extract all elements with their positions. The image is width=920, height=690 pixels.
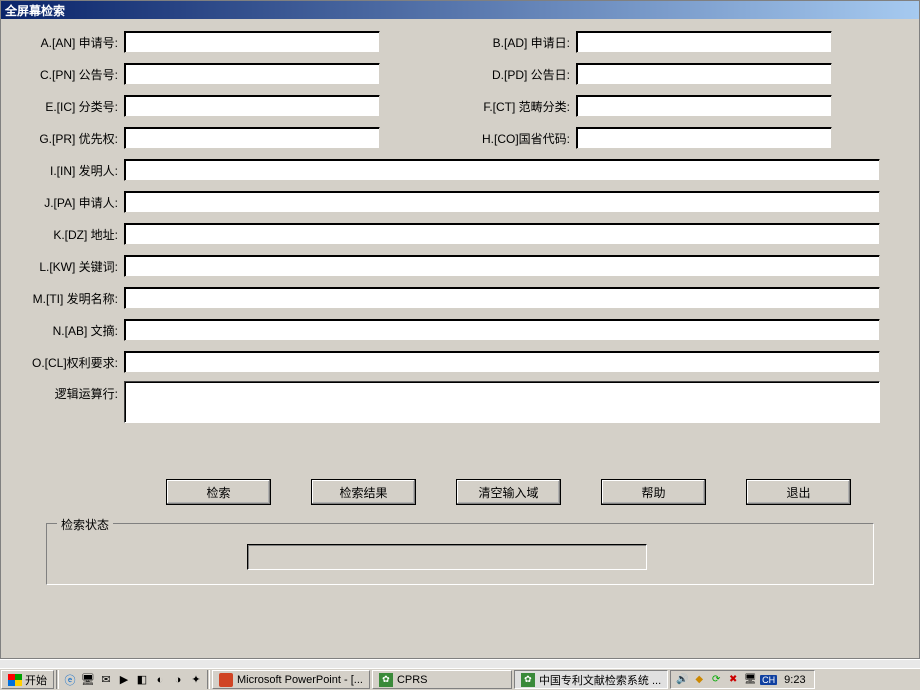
label-ct: F.[CT] 范畴分类: — [446, 98, 576, 115]
quicklaunch-separator-2 — [207, 670, 210, 689]
background-strip — [0, 659, 920, 668]
label-ti: M.[TI] 发明名称: — [16, 290, 124, 307]
label-dz: K.[DZ] 地址: — [16, 226, 124, 243]
label-kw: L.[KW] 关键词: — [16, 258, 124, 275]
powerpoint-icon — [219, 673, 233, 687]
desktop-icon[interactable]: 🖥 — [80, 672, 96, 688]
label-pn: C.[PN] 公告号: — [16, 66, 124, 83]
outlook-icon[interactable]: ✉ — [98, 672, 114, 688]
search-window: 全屏幕检索 A.[AN] 申请号: B.[AD] 申请日: C.[PN] 公告号… — [0, 0, 920, 659]
label-ic: E.[IC] 分类号: — [16, 98, 124, 115]
input-ic[interactable] — [124, 95, 380, 117]
input-in[interactable] — [124, 159, 880, 181]
input-ti[interactable] — [124, 287, 880, 309]
task-label: CPRS — [397, 674, 428, 686]
task-label: Microsoft PowerPoint - [... — [237, 674, 363, 686]
label-pd: D.[PD] 公告日: — [446, 66, 576, 83]
patent-icon: ✿ — [521, 673, 535, 687]
task-powerpoint[interactable]: Microsoft PowerPoint - [... — [212, 670, 370, 689]
title-bar[interactable]: 全屏幕检索 — [1, 1, 919, 19]
status-group: 检索状态 — [46, 523, 874, 585]
system-tray: 🔊 ◆ ⟳ ✖ 🖥 CH 9:23 — [670, 670, 814, 689]
input-ad[interactable] — [576, 31, 832, 53]
tray-icon-3[interactable]: ⟳ — [709, 673, 723, 687]
quicklaunch-separator — [56, 670, 59, 689]
input-ct[interactable] — [576, 95, 832, 117]
input-cl[interactable] — [124, 351, 880, 373]
ime-indicator[interactable]: CH — [760, 675, 777, 685]
input-an[interactable] — [124, 31, 380, 53]
tray-icon-5[interactable]: 🖥 — [743, 673, 757, 687]
task-patent-search[interactable]: ✿ 中国专利文献检索系统 ... — [514, 670, 668, 689]
windows-flag-icon — [8, 674, 22, 686]
app-icon-4[interactable]: ✦ — [188, 672, 204, 688]
label-ab: N.[AB] 文摘: — [16, 322, 124, 339]
tray-icon-2[interactable]: ◆ — [692, 673, 706, 687]
form-area: A.[AN] 申请号: B.[AD] 申请日: C.[PN] 公告号: D.[P… — [1, 19, 919, 590]
task-cprs[interactable]: ✿ CPRS — [372, 670, 512, 689]
input-pa[interactable] — [124, 191, 880, 213]
quicklaunch: ⓔ 🖥 ✉ ▶ ◧ ◐ ◑ ✦ — [60, 669, 206, 690]
app-icon-3[interactable]: ◑ — [170, 672, 186, 688]
label-logic: 逻辑运算行: — [16, 381, 124, 402]
start-button[interactable]: 开始 — [1, 670, 54, 689]
ie-icon[interactable]: ⓔ — [62, 672, 78, 688]
status-box — [247, 544, 647, 570]
input-ab[interactable] — [124, 319, 880, 341]
input-pr[interactable] — [124, 127, 380, 149]
label-co: H.[CO]国省代码: — [446, 130, 576, 147]
label-pa: J.[PA] 申请人: — [16, 194, 124, 211]
label-cl: O.[CL]权利要求: — [16, 354, 124, 371]
results-button[interactable]: 检索结果 — [311, 479, 416, 505]
app-icon-1[interactable]: ◧ — [134, 672, 150, 688]
input-dz[interactable] — [124, 223, 880, 245]
label-ad: B.[AD] 申请日: — [446, 34, 576, 51]
input-co[interactable] — [576, 127, 832, 149]
button-row: 检索 检索结果 清空输入域 帮助 退出 — [16, 429, 904, 515]
window-title: 全屏幕检索 — [5, 2, 65, 19]
status-group-label: 检索状态 — [57, 516, 113, 533]
start-label: 开始 — [25, 672, 47, 688]
label-an: A.[AN] 申请号: — [16, 34, 124, 51]
clock[interactable]: 9:23 — [780, 674, 809, 686]
input-pn[interactable] — [124, 63, 380, 85]
exit-button[interactable]: 退出 — [746, 479, 851, 505]
input-kw[interactable] — [124, 255, 880, 277]
clear-button[interactable]: 清空输入域 — [456, 479, 561, 505]
tray-icon-1[interactable]: 🔊 — [675, 673, 689, 687]
cprs-icon: ✿ — [379, 673, 393, 687]
input-pd[interactable] — [576, 63, 832, 85]
input-logic[interactable] — [124, 381, 880, 423]
task-label: 中国专利文献检索系统 ... — [539, 672, 661, 688]
media-icon[interactable]: ▶ — [116, 672, 132, 688]
label-pr: G.[PR] 优先权: — [16, 130, 124, 147]
search-button[interactable]: 检索 — [166, 479, 271, 505]
help-button[interactable]: 帮助 — [601, 479, 706, 505]
label-in: I.[IN] 发明人: — [16, 162, 124, 179]
app-icon-2[interactable]: ◐ — [152, 672, 168, 688]
taskbar: 开始 ⓔ 🖥 ✉ ▶ ◧ ◐ ◑ ✦ Microsoft PowerPoint … — [0, 668, 920, 690]
tray-icon-4[interactable]: ✖ — [726, 673, 740, 687]
